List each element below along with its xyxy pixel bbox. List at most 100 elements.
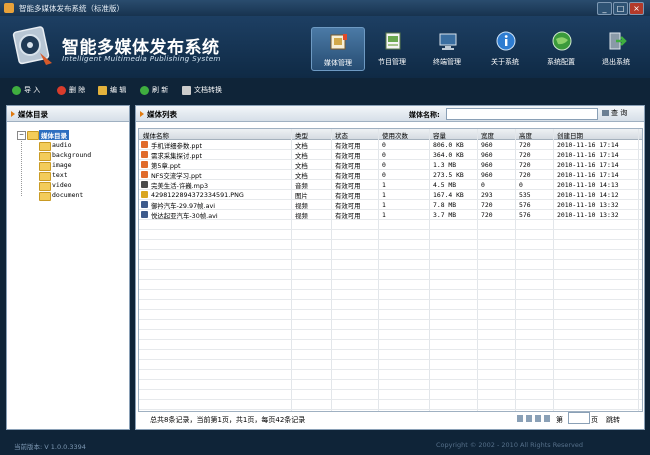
cell-status: 有效可用 bbox=[335, 182, 361, 190]
first-page-icon[interactable] bbox=[517, 415, 523, 422]
table-row[interactable]: 御衿汽车-29.97帧.avi 视频 有效可用 1 7.8 MB 720 576 2010-1… bbox=[139, 200, 642, 210]
table-row[interactable]: NFS交流学习.ppt 文档 有效可用 0 273.5 KB 960 720 2010-11-… bbox=[139, 170, 642, 180]
column-header-type[interactable]: 类型 bbox=[295, 130, 308, 140]
column-header-width[interactable]: 宽度 bbox=[481, 130, 494, 140]
import-button[interactable]: 导 入 bbox=[12, 85, 40, 96]
search-label: 媒体名称: bbox=[409, 111, 440, 119]
page-number-input[interactable] bbox=[568, 412, 590, 424]
nav-media-management[interactable]: 媒体管理 bbox=[311, 27, 365, 71]
tree-folder-text[interactable]: text bbox=[52, 171, 68, 179]
tree-folder-image[interactable]: image bbox=[52, 161, 72, 169]
nav-label: 媒体管理 bbox=[324, 59, 352, 67]
column-header-size[interactable]: 容量 bbox=[433, 130, 446, 140]
cell-type: 视频 bbox=[295, 202, 308, 210]
cell-size: 1.3 MB bbox=[433, 161, 457, 169]
cell-uses: 0 bbox=[382, 171, 386, 179]
column-header-date[interactable]: 创建日期 bbox=[557, 130, 583, 140]
table-row bbox=[139, 390, 642, 400]
cell-type: 图片 bbox=[295, 192, 308, 200]
panel-title: 媒体列表 bbox=[147, 110, 177, 119]
cell-size: 273.5 KB bbox=[433, 171, 464, 179]
folder-icon bbox=[39, 142, 51, 151]
search-input[interactable] bbox=[446, 108, 598, 120]
tree-folder-background[interactable]: background bbox=[52, 151, 91, 159]
tree-folder-audio[interactable]: audio bbox=[52, 141, 72, 149]
import-icon bbox=[12, 86, 21, 95]
tree-collapse-toggle[interactable]: − bbox=[17, 131, 26, 140]
edit-button[interactable]: 编 辑 bbox=[98, 85, 126, 96]
media-list-panel: 媒体列表 媒体名称: 查 询 媒体名称 类型 状态 使用次数 容量 宽度 高度 … bbox=[135, 105, 645, 430]
cell-name: 需求采集探讨.ppt bbox=[151, 152, 202, 160]
search-button-label: 查 询 bbox=[611, 109, 628, 117]
table-row[interactable]: 完美生活-许巍.mp3 音频 有效可用 1 4.5 MB 0 0 2010-11-10 14:… bbox=[139, 180, 642, 190]
panel-header: 媒体目录 bbox=[7, 106, 129, 122]
cell-width: 720 bbox=[481, 211, 493, 219]
minimize-button[interactable]: _ bbox=[597, 2, 612, 15]
convert-document-button[interactable]: 文档转换 bbox=[182, 85, 222, 96]
table-row[interactable]: 悦达起亚汽车-30帧.avi 视频 有效可用 1 3.7 MB 720 576 2010-11… bbox=[139, 210, 642, 220]
cell-name: NFS交流学习.ppt bbox=[151, 172, 202, 180]
tree-folder-document[interactable]: document bbox=[52, 191, 83, 199]
nav-exit-system[interactable]: 退出系统 bbox=[590, 27, 642, 69]
cell-type: 文档 bbox=[295, 152, 308, 160]
delete-button[interactable]: 删 除 bbox=[57, 85, 85, 96]
file-type-icon bbox=[141, 161, 148, 168]
nav-system-config[interactable]: 系统配置 bbox=[535, 27, 587, 69]
table-row[interactable]: 4298122894372334591.PNG 图片 有效可用 1 167.4 KB 29… bbox=[139, 190, 642, 200]
cell-status: 有效可用 bbox=[335, 162, 361, 170]
convert-label: 文档转换 bbox=[194, 86, 222, 94]
cell-date: 2010-11-16 17:14 bbox=[557, 141, 619, 149]
table-header: 媒体名称 类型 状态 使用次数 容量 宽度 高度 创建日期 bbox=[139, 129, 642, 140]
cell-type: 视频 bbox=[295, 212, 308, 220]
table-row bbox=[139, 340, 642, 350]
nav-label: 节目管理 bbox=[378, 58, 406, 66]
cell-uses: 0 bbox=[382, 161, 386, 169]
folder-icon bbox=[39, 182, 51, 191]
convert-icon bbox=[182, 86, 191, 95]
refresh-button[interactable]: 刷 新 bbox=[140, 85, 168, 96]
window-title: 智能多媒体发布系统（标准版） bbox=[19, 4, 124, 13]
nav-terminal-management[interactable]: 终端管理 bbox=[421, 27, 473, 69]
refresh-label: 刷 新 bbox=[152, 86, 169, 94]
folder-icon bbox=[39, 162, 51, 171]
edit-icon bbox=[98, 86, 107, 95]
cell-height: 720 bbox=[519, 171, 531, 179]
column-header-height[interactable]: 高度 bbox=[519, 130, 532, 140]
cell-height: 576 bbox=[519, 211, 531, 219]
column-header-name[interactable]: 媒体名称 bbox=[143, 130, 169, 140]
nav-program-management[interactable]: 节目管理 bbox=[366, 27, 418, 69]
search-button[interactable]: 查 询 bbox=[602, 108, 638, 119]
close-button[interactable]: × bbox=[629, 2, 644, 15]
tree-root-media-directory[interactable]: 媒体目录 bbox=[39, 130, 69, 140]
title-bar: 智能多媒体发布系统（标准版） _ □ × bbox=[0, 0, 650, 16]
next-page-icon[interactable] bbox=[535, 415, 541, 422]
maximize-button[interactable]: □ bbox=[613, 2, 628, 15]
cell-status: 有效可用 bbox=[335, 152, 361, 160]
cell-type: 文档 bbox=[295, 142, 308, 150]
refresh-icon bbox=[140, 86, 149, 95]
table-row[interactable]: 第5章.ppt 文档 有效可用 0 1.3 MB 960 720 2010-11-16 17:… bbox=[139, 160, 642, 170]
column-header-status[interactable]: 状态 bbox=[335, 130, 348, 140]
cell-size: 167.4 KB bbox=[433, 191, 464, 199]
cell-status: 有效可用 bbox=[335, 212, 361, 220]
panel-arrow-icon bbox=[11, 111, 15, 117]
table-row[interactable]: 需求采集探讨.ppt 文档 有效可用 0 364.0 KB 960 720 2010-11-1… bbox=[139, 150, 642, 160]
last-page-icon[interactable] bbox=[544, 415, 550, 422]
cell-date: 2010-11-10 13:32 bbox=[557, 211, 619, 219]
table-row bbox=[139, 310, 642, 320]
table-row bbox=[139, 250, 642, 260]
file-type-icon bbox=[141, 191, 148, 198]
edit-label: 编 辑 bbox=[110, 86, 127, 94]
cell-name: 御衿汽车-29.97帧.avi bbox=[151, 202, 216, 210]
table-row[interactable]: 手机详细参数.ppt 文档 有效可用 0 806.0 KB 960 720 2010-11-1… bbox=[139, 140, 642, 150]
cell-type: 音频 bbox=[295, 182, 308, 190]
cell-name: 完美生活-许巍.mp3 bbox=[151, 182, 209, 190]
column-header-uses[interactable]: 使用次数 bbox=[382, 130, 408, 140]
table-row bbox=[139, 360, 642, 370]
go-to-page-button[interactable]: 跳转 bbox=[606, 415, 620, 425]
table-row bbox=[139, 300, 642, 310]
nav-about-system[interactable]: 关于系统 bbox=[479, 27, 531, 69]
cell-status: 有效可用 bbox=[335, 172, 361, 180]
prev-page-icon[interactable] bbox=[526, 415, 532, 422]
tree-folder-video[interactable]: video bbox=[52, 181, 72, 189]
